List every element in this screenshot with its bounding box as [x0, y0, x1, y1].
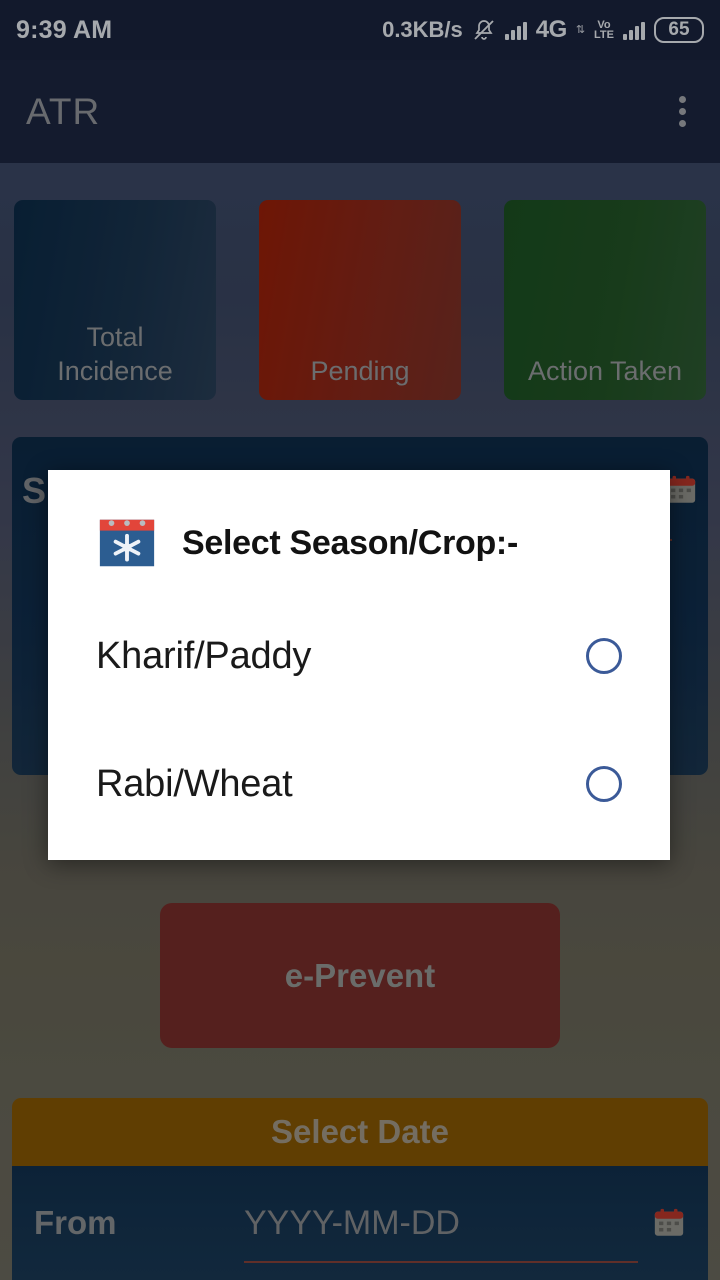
option-row-kharif-paddy[interactable]: Kharif/Paddy: [48, 592, 670, 720]
radio-rabi-wheat[interactable]: [586, 766, 622, 802]
dialog-title: Select Season/Crop:-: [182, 523, 518, 562]
option-label: Rabi/Wheat: [96, 762, 293, 805]
radio-kharif-paddy[interactable]: [586, 638, 622, 674]
app-screen: Total Incidence Pending Action Taken S e…: [0, 0, 720, 1280]
option-row-rabi-wheat[interactable]: Rabi/Wheat: [48, 720, 670, 848]
season-options-list: Kharif/Paddy Rabi/Wheat: [48, 592, 670, 848]
option-label: Kharif/Paddy: [96, 634, 312, 677]
calendar-snowflake-icon: [96, 512, 158, 574]
select-season-crop-dialog: Select Season/Crop:- Kharif/Paddy Rabi/W…: [48, 470, 670, 860]
dialog-header: Select Season/Crop:-: [48, 470, 670, 574]
